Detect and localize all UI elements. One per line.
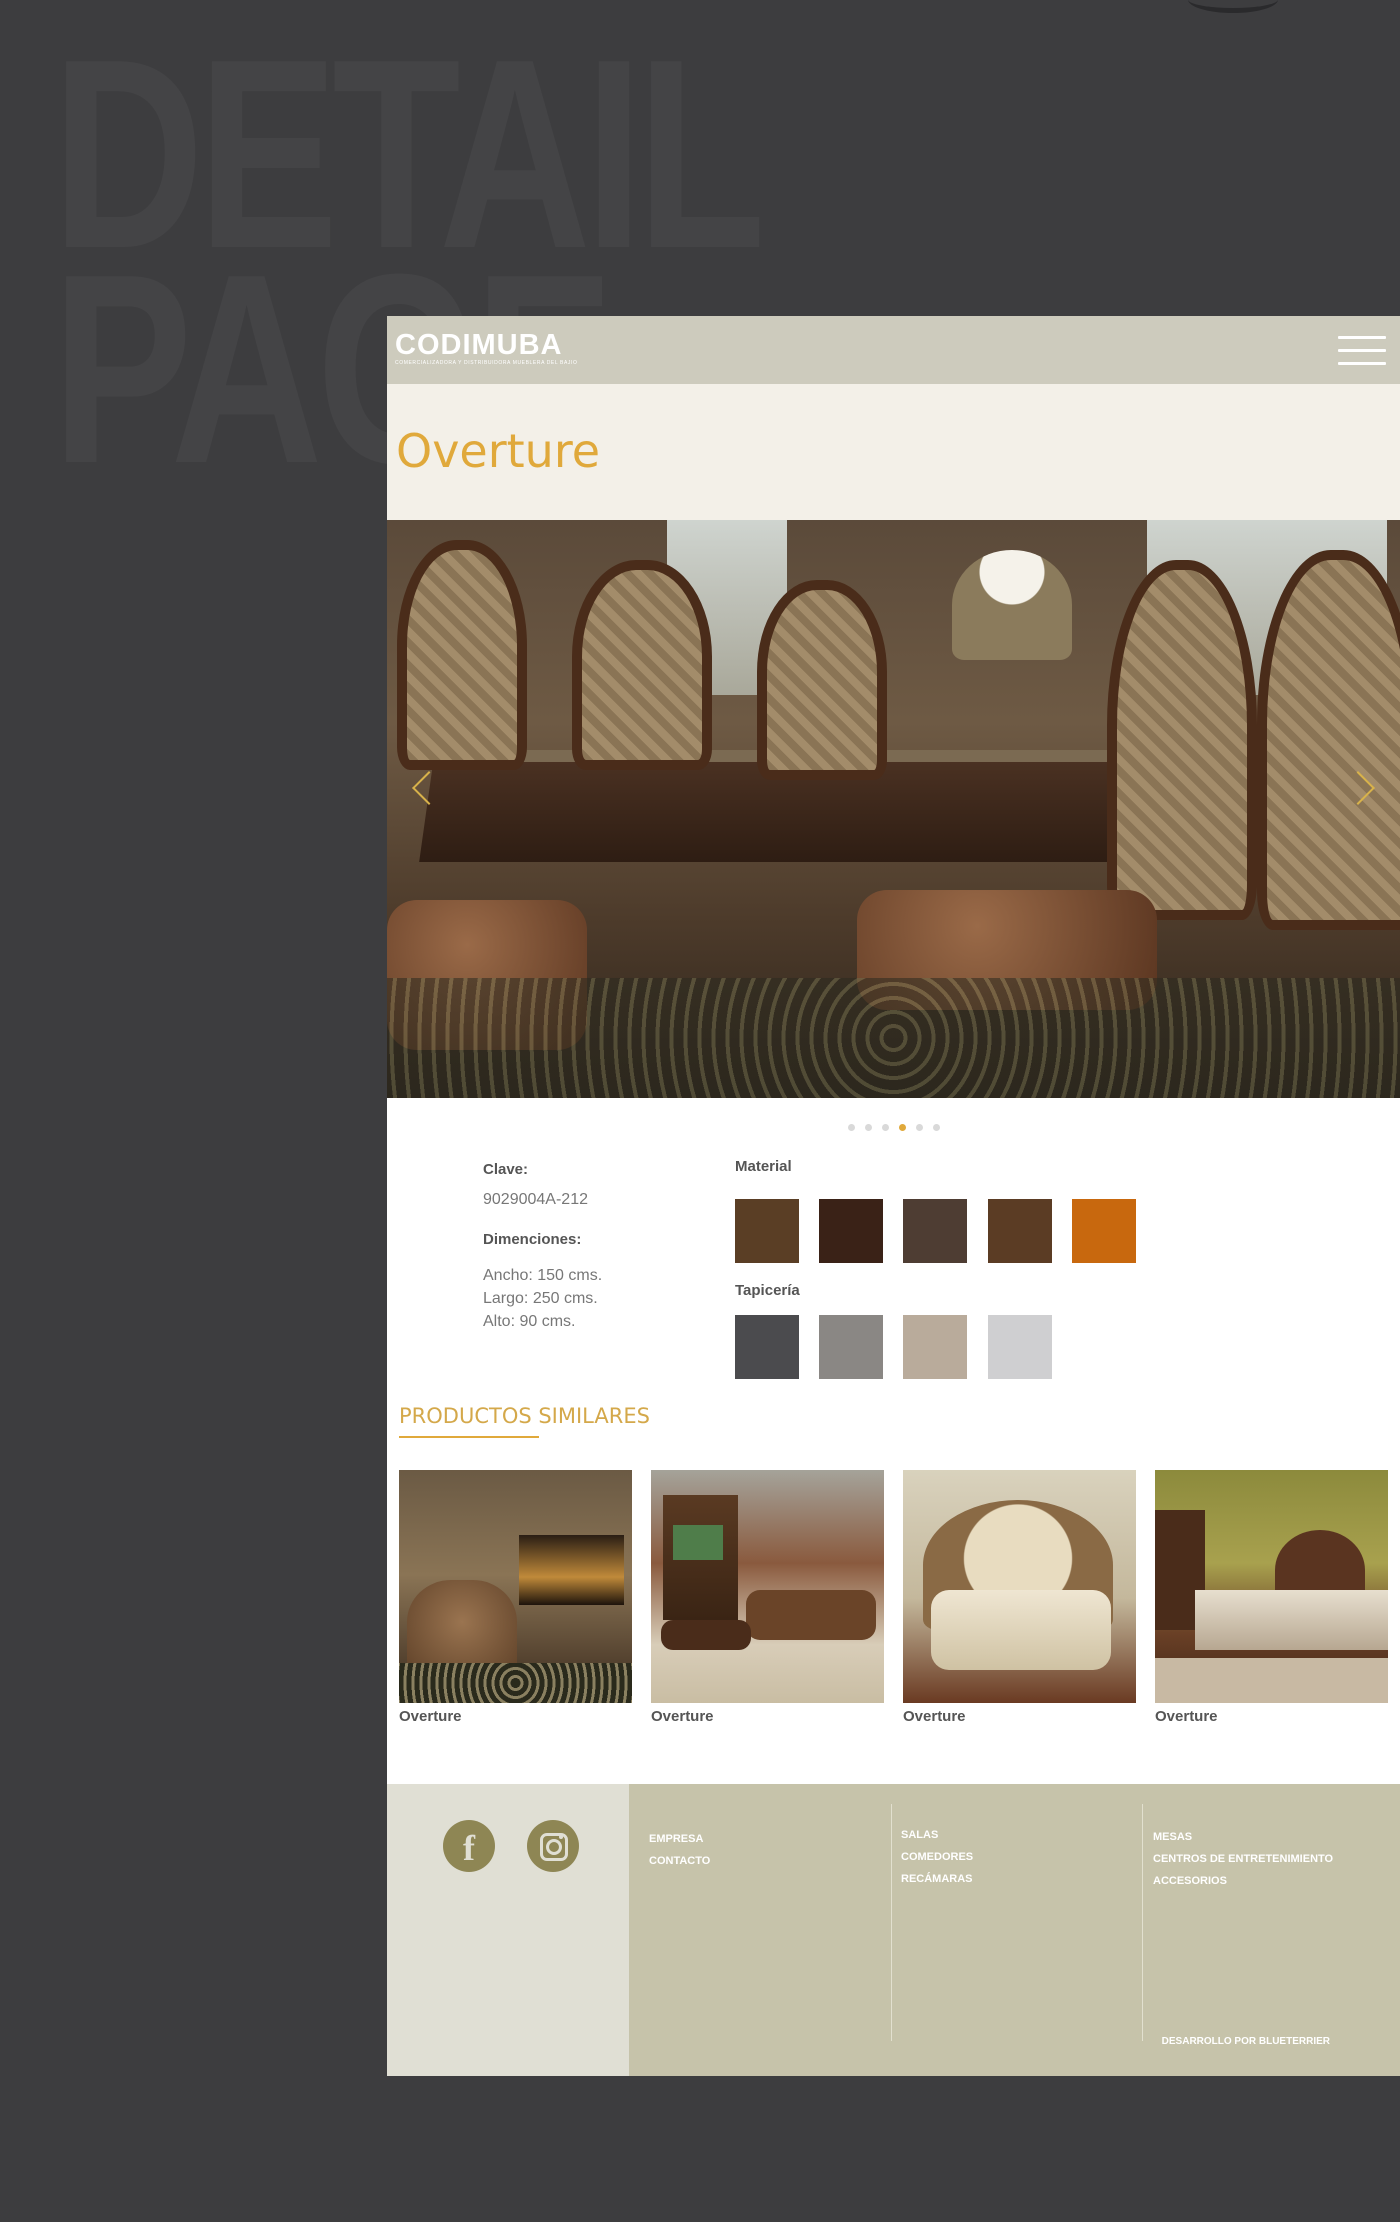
dimension-height: Alto: 90 cms. (483, 1313, 576, 1330)
footer-link-accesorios[interactable]: ACCESORIOS (1153, 1870, 1333, 1892)
logo-wordmark: CODIMUBA (395, 329, 563, 361)
footer-column-company: EMPRESA CONTACTO (649, 1828, 710, 1872)
dimensions-label: Dimenciones: (483, 1231, 582, 1248)
similar-product-card[interactable]: Overture (1155, 1470, 1388, 1725)
footer-links-panel: EMPRESA CONTACTO SALAS COMEDORES RECÁMAR… (629, 1784, 1400, 2076)
footer-divider (1142, 1804, 1143, 2041)
material-swatch[interactable] (988, 1199, 1052, 1263)
title-band: Overture (387, 384, 1400, 520)
carousel-dot[interactable] (932, 1124, 940, 1131)
footer-link-comedores[interactable]: COMEDORES (901, 1846, 973, 1868)
clave-value: 9029004A-212 (483, 1191, 588, 1208)
similar-product-card[interactable]: Overture (651, 1470, 884, 1725)
carousel-dot[interactable] (881, 1124, 889, 1131)
product-thumbnail[interactable] (399, 1470, 632, 1703)
upholstery-swatch[interactable] (735, 1315, 799, 1379)
product-thumbnail[interactable] (903, 1470, 1136, 1703)
carousel-dot-active[interactable] (898, 1124, 906, 1131)
footer-link-salas[interactable]: SALAS (901, 1824, 973, 1846)
footer-column-rooms: SALAS COMEDORES RECÁMARAS (901, 1824, 973, 1890)
chair-back (1257, 550, 1400, 930)
bed (1195, 1590, 1388, 1650)
chair-back (572, 560, 712, 770)
detail-page-frame: CODIMUBA COMERCIALIZADORA Y DISTRIBUIDOR… (387, 316, 1400, 2076)
similar-product-card[interactable]: Overture (903, 1470, 1136, 1725)
corner-ornament (1188, 0, 1278, 13)
instagram-icon-lens (546, 1839, 562, 1855)
footer-link-recamaras[interactable]: RECÁMARAS (901, 1868, 973, 1890)
logo-tagline: COMERCIALIZADORA Y DISTRIBUIDORA MUEBLER… (395, 360, 578, 366)
similar-product-card[interactable]: Overture (399, 1470, 632, 1725)
clave-label: Clave: (483, 1161, 529, 1178)
footer-social-panel: f (387, 1784, 629, 2076)
developer-credit-link[interactable]: DESARROLLO POR BLUETERRIER (1162, 2036, 1330, 2047)
product-thumbnail[interactable] (651, 1470, 884, 1703)
hamburger-menu-icon[interactable] (1338, 336, 1386, 366)
patterned-rug (387, 978, 1400, 1098)
menu-line (1338, 362, 1386, 365)
footer-link-empresa[interactable]: EMPRESA (649, 1828, 710, 1850)
upholstery-swatch[interactable] (903, 1315, 967, 1379)
upholstery-swatch[interactable] (988, 1315, 1052, 1379)
material-label: Material (735, 1158, 792, 1175)
facebook-icon[interactable]: f (443, 1820, 495, 1872)
footer-link-contacto[interactable]: CONTACTO (649, 1850, 710, 1872)
footer-link-mesas[interactable]: MESAS (1153, 1826, 1333, 1848)
menu-line (1338, 349, 1386, 352)
material-swatch[interactable] (819, 1199, 883, 1263)
tv-screen (519, 1535, 624, 1605)
carousel-dot[interactable] (915, 1124, 923, 1131)
upholstery-label: Tapicería (735, 1282, 800, 1299)
rug (399, 1663, 632, 1703)
carousel-dot[interactable] (847, 1124, 855, 1131)
tv-screen (673, 1525, 723, 1560)
similar-products-title: PRODUCTOS SIMILARES (399, 1404, 650, 1428)
dimension-width: Ancho: 150 cms. (483, 1267, 603, 1284)
instagram-icon-dot (559, 1835, 563, 1839)
chair-back (397, 540, 527, 770)
card-label: Overture (1155, 1708, 1218, 1725)
dimension-length: Largo: 250 cms. (483, 1290, 598, 1307)
product-photo-carousel[interactable] (387, 520, 1400, 1098)
carousel-pagination (387, 1118, 1400, 1136)
card-label: Overture (651, 1708, 714, 1725)
flower-vase (952, 550, 1072, 660)
card-label: Overture (399, 1708, 462, 1725)
site-logo[interactable]: CODIMUBA COMERCIALIZADORA Y DISTRIBUIDOR… (395, 329, 605, 367)
carousel-dot[interactable] (864, 1124, 872, 1131)
material-swatch[interactable] (903, 1199, 967, 1263)
page-title: Overture (396, 424, 601, 478)
footer-column-furniture: MESAS CENTROS DE ENTRETENIMIENTO ACCESOR… (1153, 1826, 1333, 1892)
top-navigation-bar: CODIMUBA COMERCIALIZADORA Y DISTRIBUIDOR… (387, 316, 1400, 384)
chair-back (1107, 560, 1257, 920)
card-label: Overture (903, 1708, 966, 1725)
instagram-icon[interactable] (527, 1820, 579, 1872)
upholstery-swatch[interactable] (819, 1315, 883, 1379)
chaise (661, 1620, 751, 1650)
rug (1155, 1658, 1388, 1703)
material-swatch[interactable] (735, 1199, 799, 1263)
footer-divider (891, 1804, 892, 2041)
bed (931, 1590, 1111, 1670)
sofa (746, 1590, 876, 1640)
section-underline (399, 1436, 539, 1438)
product-thumbnail[interactable] (1155, 1470, 1388, 1703)
menu-line (1338, 336, 1386, 339)
footer-link-centros[interactable]: CENTROS DE ENTRETENIMIENTO (1153, 1848, 1333, 1870)
material-swatch[interactable] (1072, 1199, 1136, 1263)
chair-back (757, 580, 887, 780)
